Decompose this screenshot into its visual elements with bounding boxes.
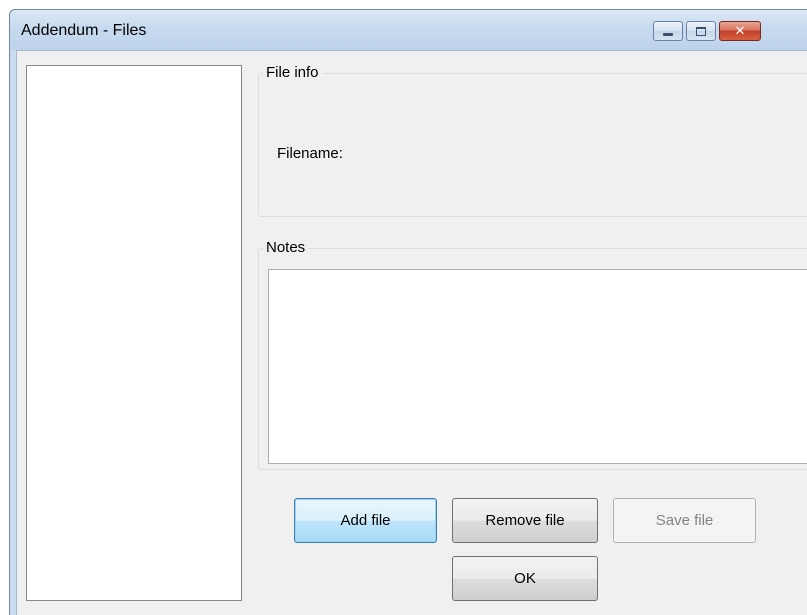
maximize-icon [696,26,706,36]
close-button[interactable]: ✕ [719,21,761,41]
maximize-button[interactable] [686,21,716,41]
minimize-icon [663,32,673,36]
window-title: Addendum - Files [21,22,147,39]
file-info-group: File info Filename: [258,63,807,217]
file-info-group-label: File info [263,63,322,83]
window-client-area: File info Filename: Notes Add file Remov… [16,50,807,615]
filename-label: Filename: [277,145,343,162]
minimize-button[interactable] [653,21,683,41]
notes-textarea[interactable] [268,269,807,464]
add-file-button[interactable]: Add file [294,498,437,543]
remove-file-button[interactable]: Remove file [452,498,598,543]
ok-button[interactable]: OK [452,556,598,601]
close-icon: ✕ [734,23,746,39]
notes-group-label: Notes [263,238,309,258]
notes-group: Notes [258,238,807,470]
file-list[interactable] [26,65,242,601]
title-bar[interactable]: Addendum - Files ✕ [10,10,807,50]
save-file-button[interactable]: Save file [613,498,756,543]
addendum-files-window: Addendum - Files ✕ File info Filename: N… [9,9,807,615]
